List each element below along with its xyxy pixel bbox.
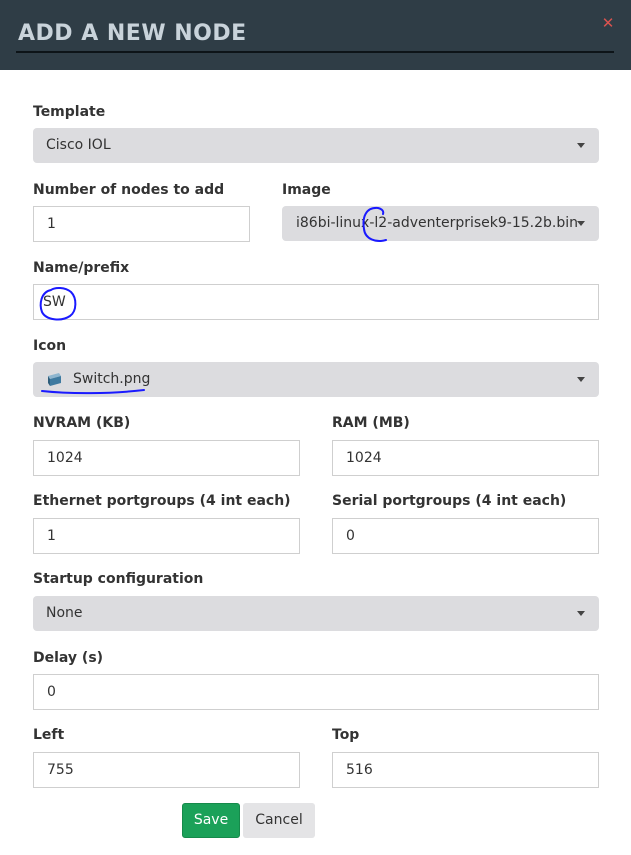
chevron-down-icon	[577, 377, 585, 382]
dialog-title: ADD A NEW NODE	[18, 21, 247, 46]
delay-label: Delay (s)	[33, 650, 104, 666]
ethernet-portgroups-label: Ethernet portgroups (4 int each)	[33, 493, 291, 509]
number-of-nodes-label: Number of nodes to add	[33, 182, 225, 198]
nvram-input[interactable]: 1024	[33, 440, 300, 476]
number-of-nodes-input[interactable]: 1	[33, 206, 250, 242]
ram-input[interactable]: 1024	[332, 440, 599, 476]
image-value: i86bi-linux-l2-adventerprisek9-15.2b.bin	[296, 215, 579, 231]
close-icon[interactable]: ✕	[599, 14, 617, 32]
serial-portgroups-label: Serial portgroups (4 int each)	[332, 493, 567, 509]
serial-portgroups-input[interactable]: 0	[332, 518, 599, 554]
top-input[interactable]: 516	[332, 752, 599, 788]
left-input[interactable]: 755	[33, 752, 300, 788]
header-divider	[16, 51, 614, 53]
image-label: Image	[282, 182, 331, 198]
template-label: Template	[33, 104, 106, 120]
dialog-header: ADD A NEW NODE ✕	[0, 0, 631, 70]
startup-config-select[interactable]: None	[33, 596, 599, 631]
ethernet-portgroups-input[interactable]: 1	[33, 518, 300, 554]
startup-config-label: Startup configuration	[33, 571, 204, 587]
cancel-button[interactable]: Cancel	[243, 803, 315, 838]
chevron-down-icon	[577, 611, 585, 616]
left-label: Left	[33, 727, 65, 743]
delay-input[interactable]: 0	[33, 674, 599, 710]
ram-label: RAM (MB)	[332, 415, 410, 431]
image-select[interactable]: i86bi-linux-l2-adventerprisek9-15.2b.bin	[282, 206, 599, 241]
switch-icon	[48, 373, 61, 386]
template-select[interactable]: Cisco IOL	[33, 128, 599, 163]
icon-select[interactable]: Switch.png	[33, 362, 599, 397]
icon-label: Icon	[33, 338, 67, 354]
template-value: Cisco IOL	[46, 137, 111, 153]
top-label: Top	[332, 727, 360, 743]
name-prefix-input[interactable]: SW	[33, 284, 599, 320]
save-button[interactable]: Save	[182, 803, 240, 838]
startup-config-value: None	[46, 605, 83, 621]
icon-value: Switch.png	[73, 371, 151, 387]
chevron-down-icon	[577, 143, 585, 148]
chevron-down-icon	[577, 221, 585, 226]
nvram-label: NVRAM (KB)	[33, 415, 131, 431]
name-prefix-label: Name/prefix	[33, 260, 130, 276]
